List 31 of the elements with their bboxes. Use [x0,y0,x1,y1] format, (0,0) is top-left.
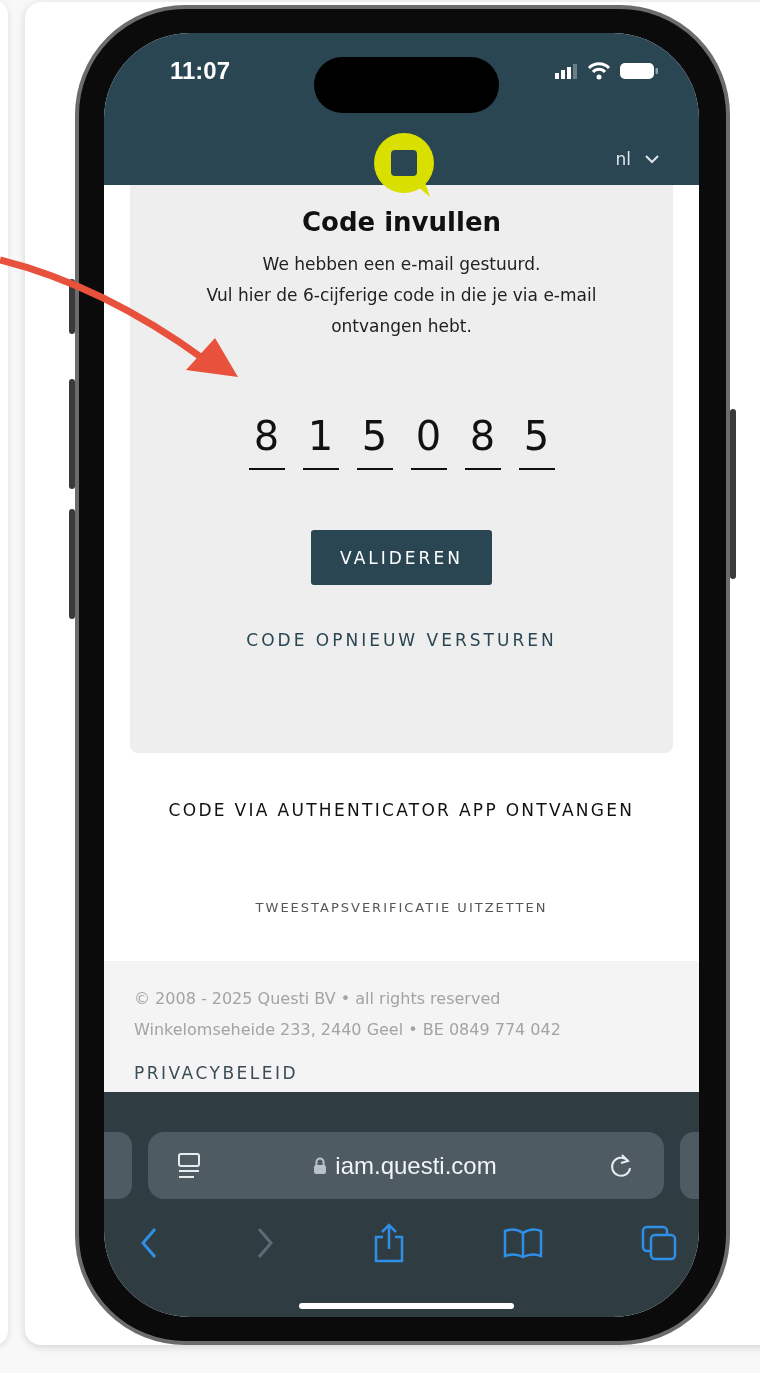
panel-title: Code invullen [301,207,502,237]
battery-icon [619,62,659,80]
lock-icon [313,1157,328,1174]
code-digit-field[interactable]: 0 [410,414,447,470]
share-icon[interactable] [372,1223,405,1263]
reload-icon[interactable] [608,1151,634,1180]
wifi-icon [587,62,611,80]
code-digit-field[interactable]: 5 [356,414,393,470]
code-digit-field[interactable]: 8 [248,414,285,470]
authenticator-link[interactable]: CODE VIA AUTHENTICATOR APP ONTVANGEN [168,800,635,820]
address-text: Winkelomseheide 233, 2440 Geel • BE 0849 774 042 [134,1019,562,1041]
disable-verification-link[interactable]: TWEESTAPSVERIFICATIE UITZETTEN [255,900,548,915]
code-digit-field[interactable]: 8 [464,414,501,470]
signal-icon [555,63,579,79]
chevron-down-icon [645,154,659,164]
instruction-text: We hebben een e-mail gestuurd. [261,253,542,276]
tabs-icon[interactable] [641,1225,677,1261]
privacy-link[interactable]: PRIVACYBELEID [134,1063,299,1083]
page-menu-icon [176,1151,202,1180]
address-bar[interactable]: iam.questi.com [148,1132,664,1199]
language-select[interactable]: nl [613,147,661,171]
status-time: 11:07 [170,57,231,85]
validate-button[interactable]: VALIDEREN [311,530,492,585]
code-digit-field[interactable]: 5 [518,414,555,470]
resend-code-link[interactable]: CODE OPNIEUW VERSTUREN [246,630,557,650]
code-digit-field[interactable]: 1 [302,414,339,470]
back-icon[interactable] [140,1227,158,1259]
book-icon[interactable] [502,1227,543,1259]
instruction-text: Vul hier de 6-cijferige code in die je via e-mail ontvangen hebt. [205,284,598,338]
copyright-text: © 2008 - 2025 Questi BV • all rights reserved [134,988,502,1010]
url-text: iam.questi.com [335,1151,497,1180]
